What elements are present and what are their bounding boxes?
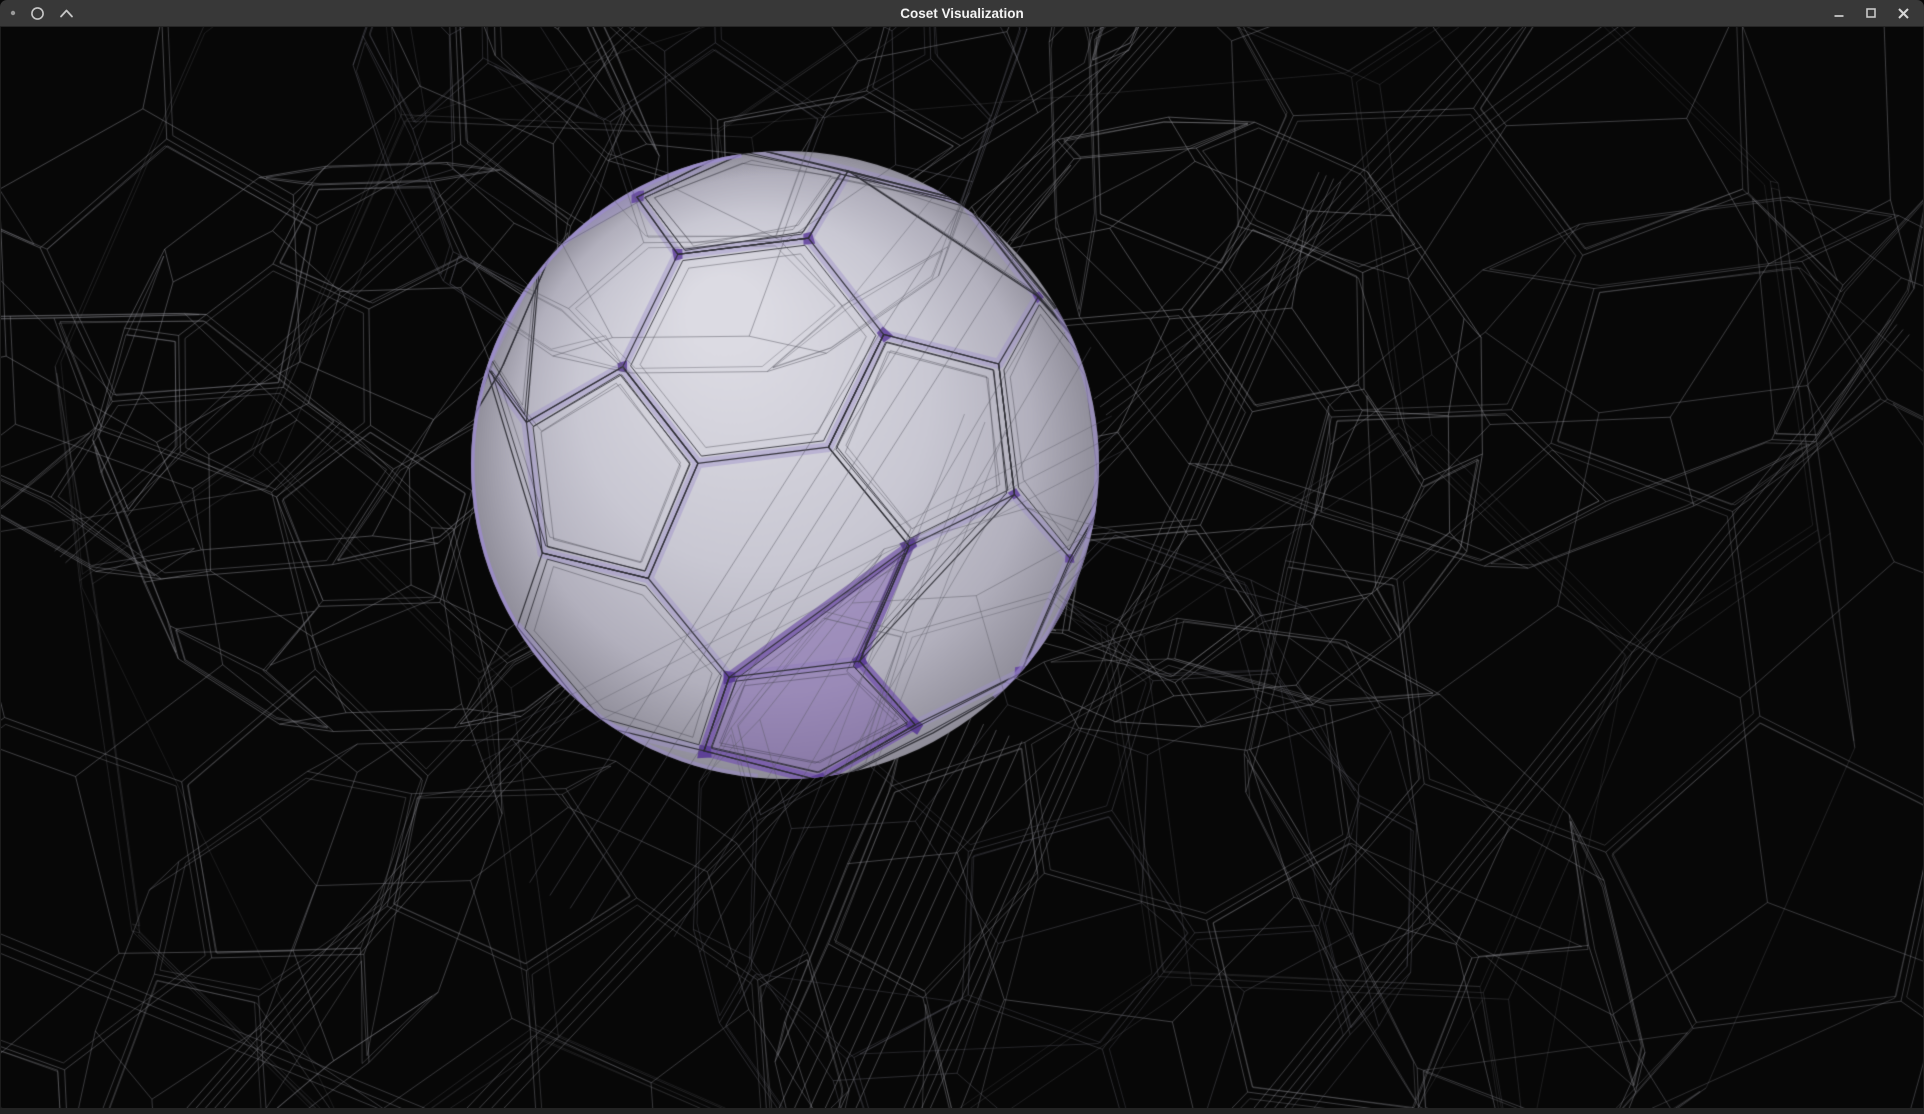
minimize-button[interactable] xyxy=(1826,2,1852,24)
app-indicator-dot-icon xyxy=(10,10,16,16)
app-window: Coset Visualization xyxy=(0,0,1924,1114)
close-icon xyxy=(1897,7,1910,20)
record-circle-icon[interactable] xyxy=(30,6,45,21)
viewport xyxy=(0,27,1924,1108)
chevron-up-icon[interactable] xyxy=(59,8,74,19)
window-border-bottom[interactable] xyxy=(0,1108,1924,1114)
titlebar[interactable]: Coset Visualization xyxy=(0,0,1924,27)
window-border-left xyxy=(0,27,1,1108)
close-button[interactable] xyxy=(1890,2,1916,24)
minimize-icon xyxy=(1833,7,1845,19)
maximize-icon xyxy=(1865,7,1877,19)
window-title: Coset Visualization xyxy=(0,6,1924,21)
viewport-canvas[interactable] xyxy=(0,27,1924,1108)
window-controls xyxy=(1826,2,1924,24)
titlebar-left-icons xyxy=(0,6,74,21)
maximize-button[interactable] xyxy=(1858,2,1884,24)
